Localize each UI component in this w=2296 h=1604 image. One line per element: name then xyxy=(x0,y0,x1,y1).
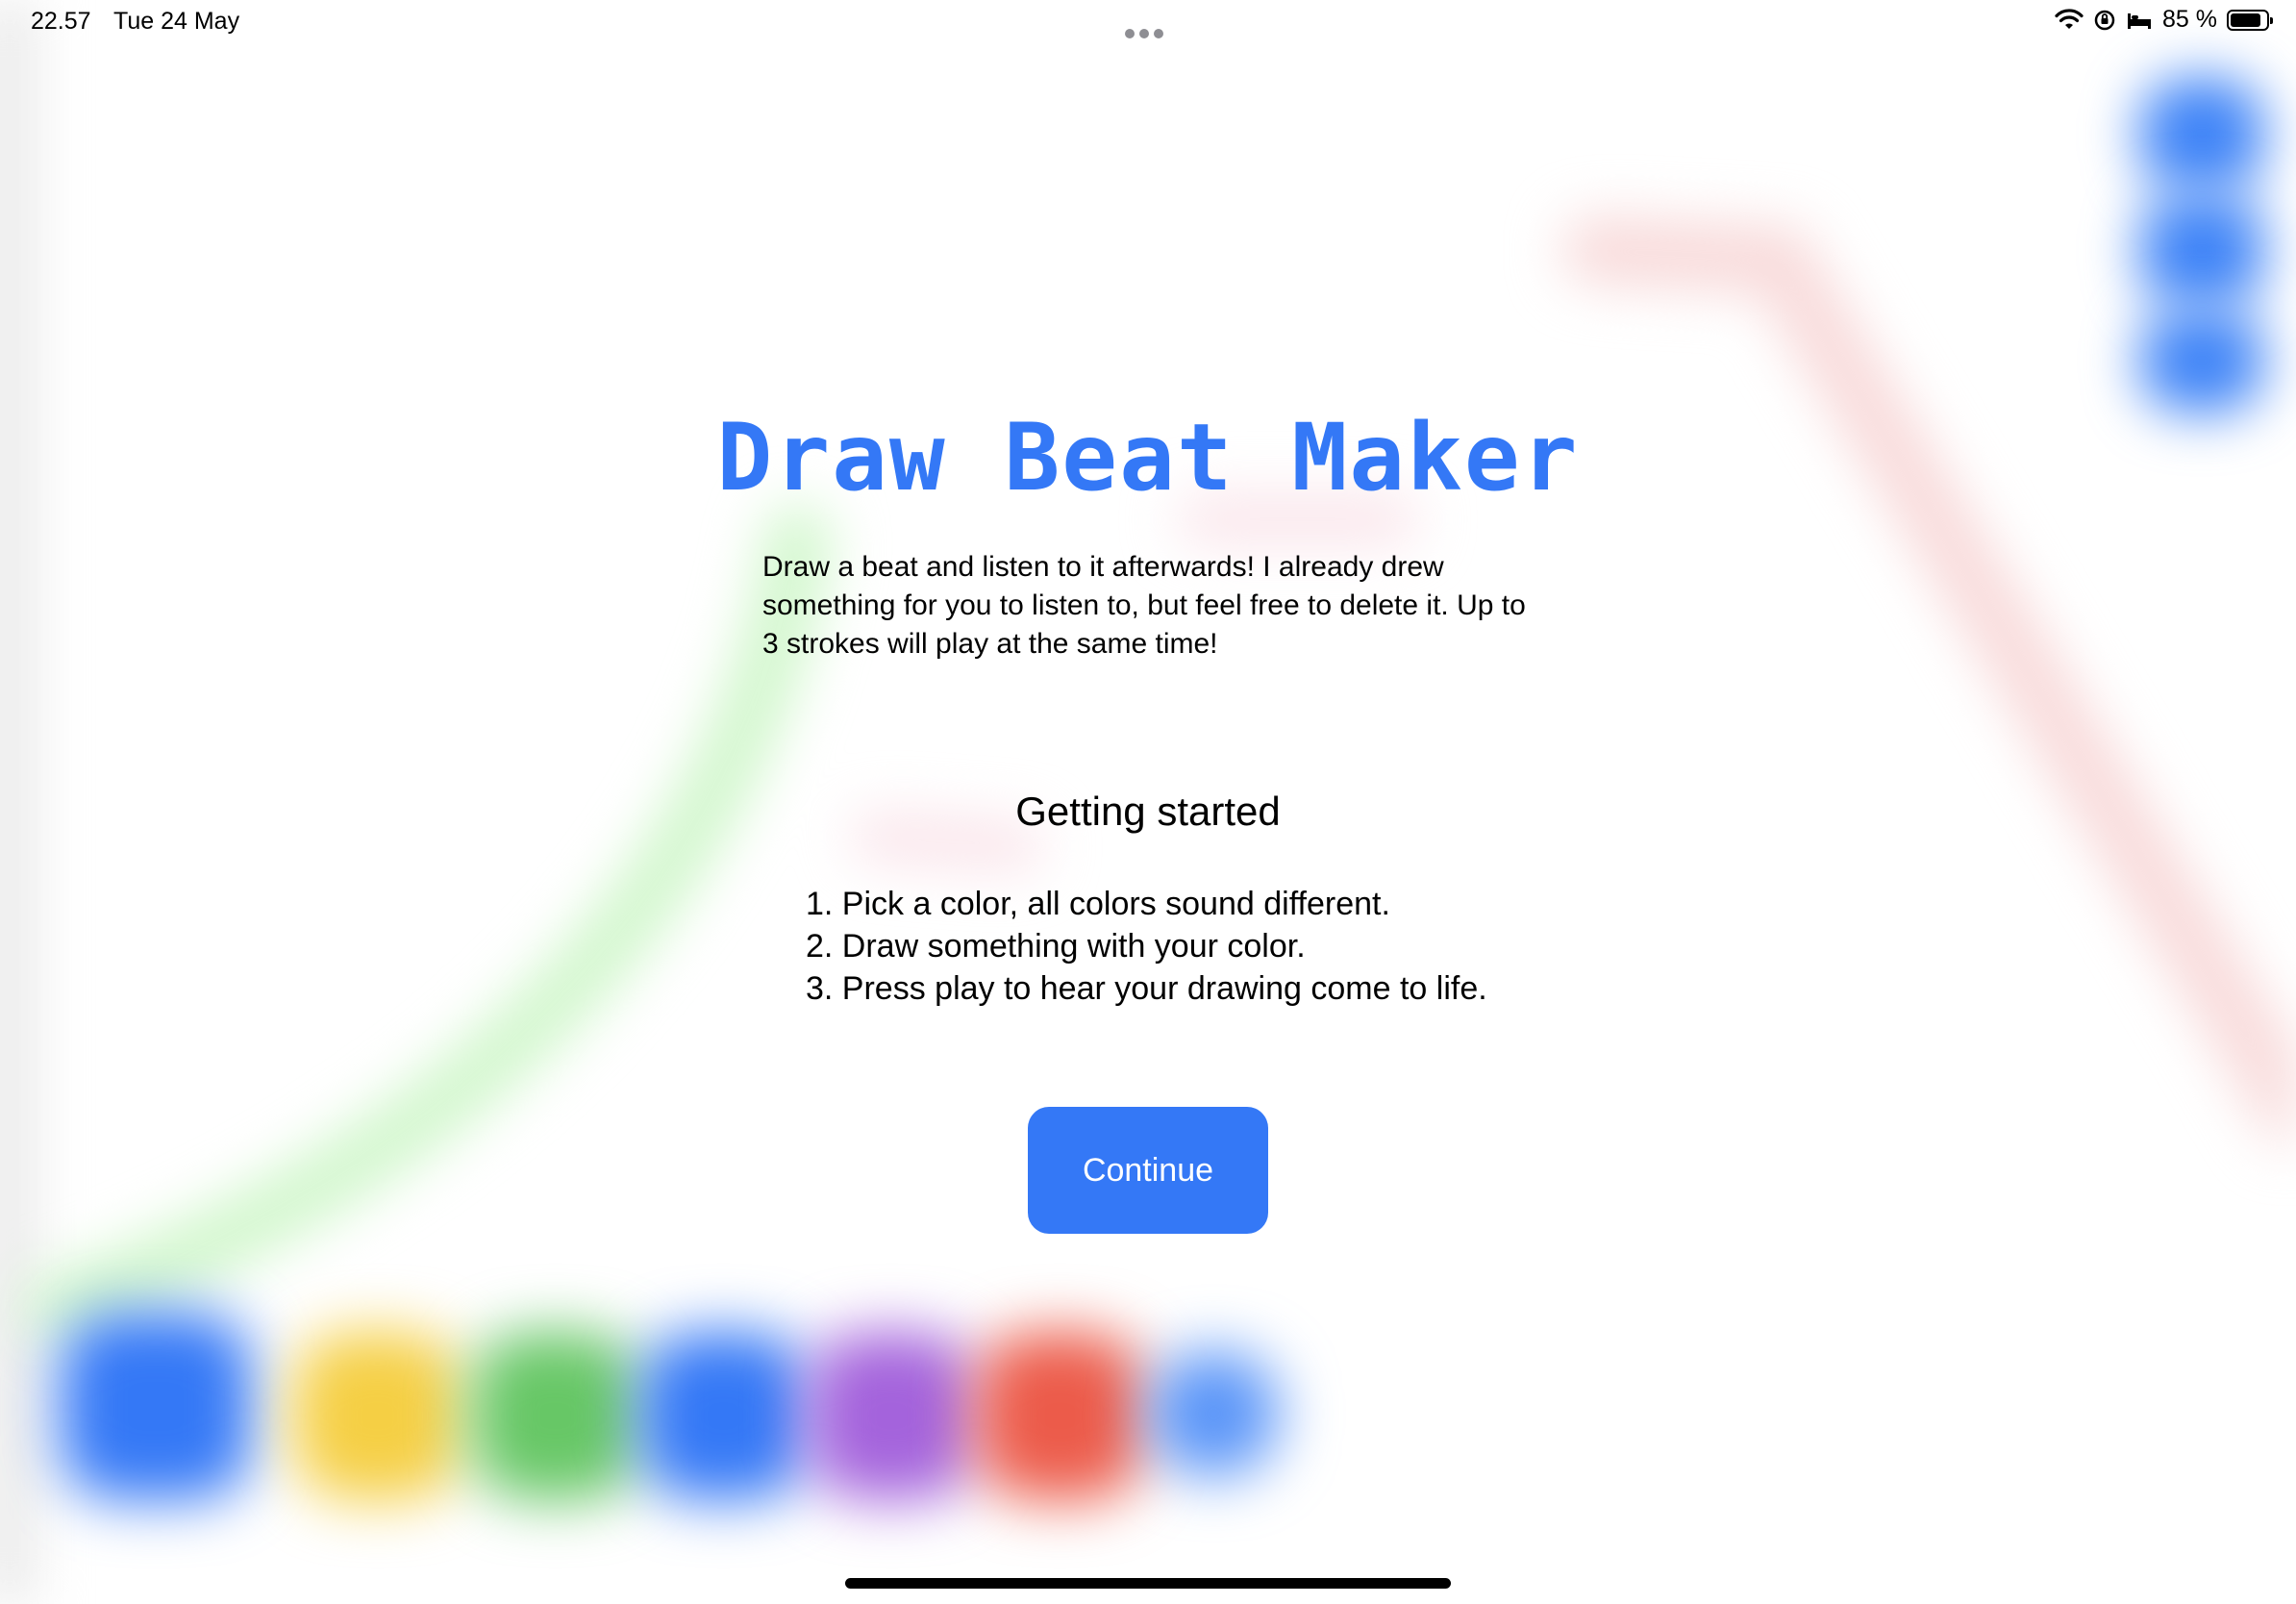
sleep-icon xyxy=(2128,13,2152,29)
palette-swatch-yellow xyxy=(293,1332,462,1500)
step-item: 1. Pick a color, all colors sound differ… xyxy=(806,886,1390,922)
app-screen: 22.57 Tue 24 May 85 % Draw Beat Maker Dr… xyxy=(0,0,2296,1604)
status-date: Tue 24 May xyxy=(113,8,240,35)
green-stroke xyxy=(24,505,832,1341)
palette-swatch-blue xyxy=(60,1313,252,1500)
status-time: 22.57 xyxy=(31,8,91,35)
palette-swatch-purple xyxy=(808,1332,976,1500)
wifi-icon xyxy=(2055,8,2084,29)
battery-percentage: 85 % xyxy=(2162,6,2217,33)
app-title: Draw Beat Maker xyxy=(716,404,1580,512)
side-button-bottom xyxy=(2139,308,2264,414)
pink-stroke-lower xyxy=(851,813,1043,870)
app-description: Draw a beat and listen to it afterwards!… xyxy=(762,551,1526,660)
side-button-middle xyxy=(2139,192,2264,308)
palette-swatch-red xyxy=(976,1332,1144,1500)
red-stroke xyxy=(1562,216,2296,1149)
getting-started-heading: Getting started xyxy=(1015,789,1281,834)
status-bar: 22.57 Tue 24 May 85 % xyxy=(0,0,2296,46)
multitasking-menu-icon[interactable] xyxy=(1125,17,1169,38)
continue-button[interactable]: Continue xyxy=(1028,1107,1268,1234)
palette-swatch-green xyxy=(471,1332,639,1500)
battery-icon xyxy=(2227,9,2273,31)
step-item: 3. Press play to hear your drawing come … xyxy=(806,970,1487,1007)
home-indicator[interactable] xyxy=(845,1578,1451,1589)
step-item: 2. Draw something with your color. xyxy=(806,928,1306,965)
orientation-lock-icon xyxy=(2094,10,2115,30)
side-button-top xyxy=(2139,77,2264,192)
palette-swatch-blue-2 xyxy=(639,1332,808,1500)
status-indicators: 85 % xyxy=(2055,6,2273,34)
palette-swatch-blue-small xyxy=(1149,1351,1279,1476)
getting-started-steps: 1. Pick a color, all colors sound differ… xyxy=(806,883,1487,1010)
